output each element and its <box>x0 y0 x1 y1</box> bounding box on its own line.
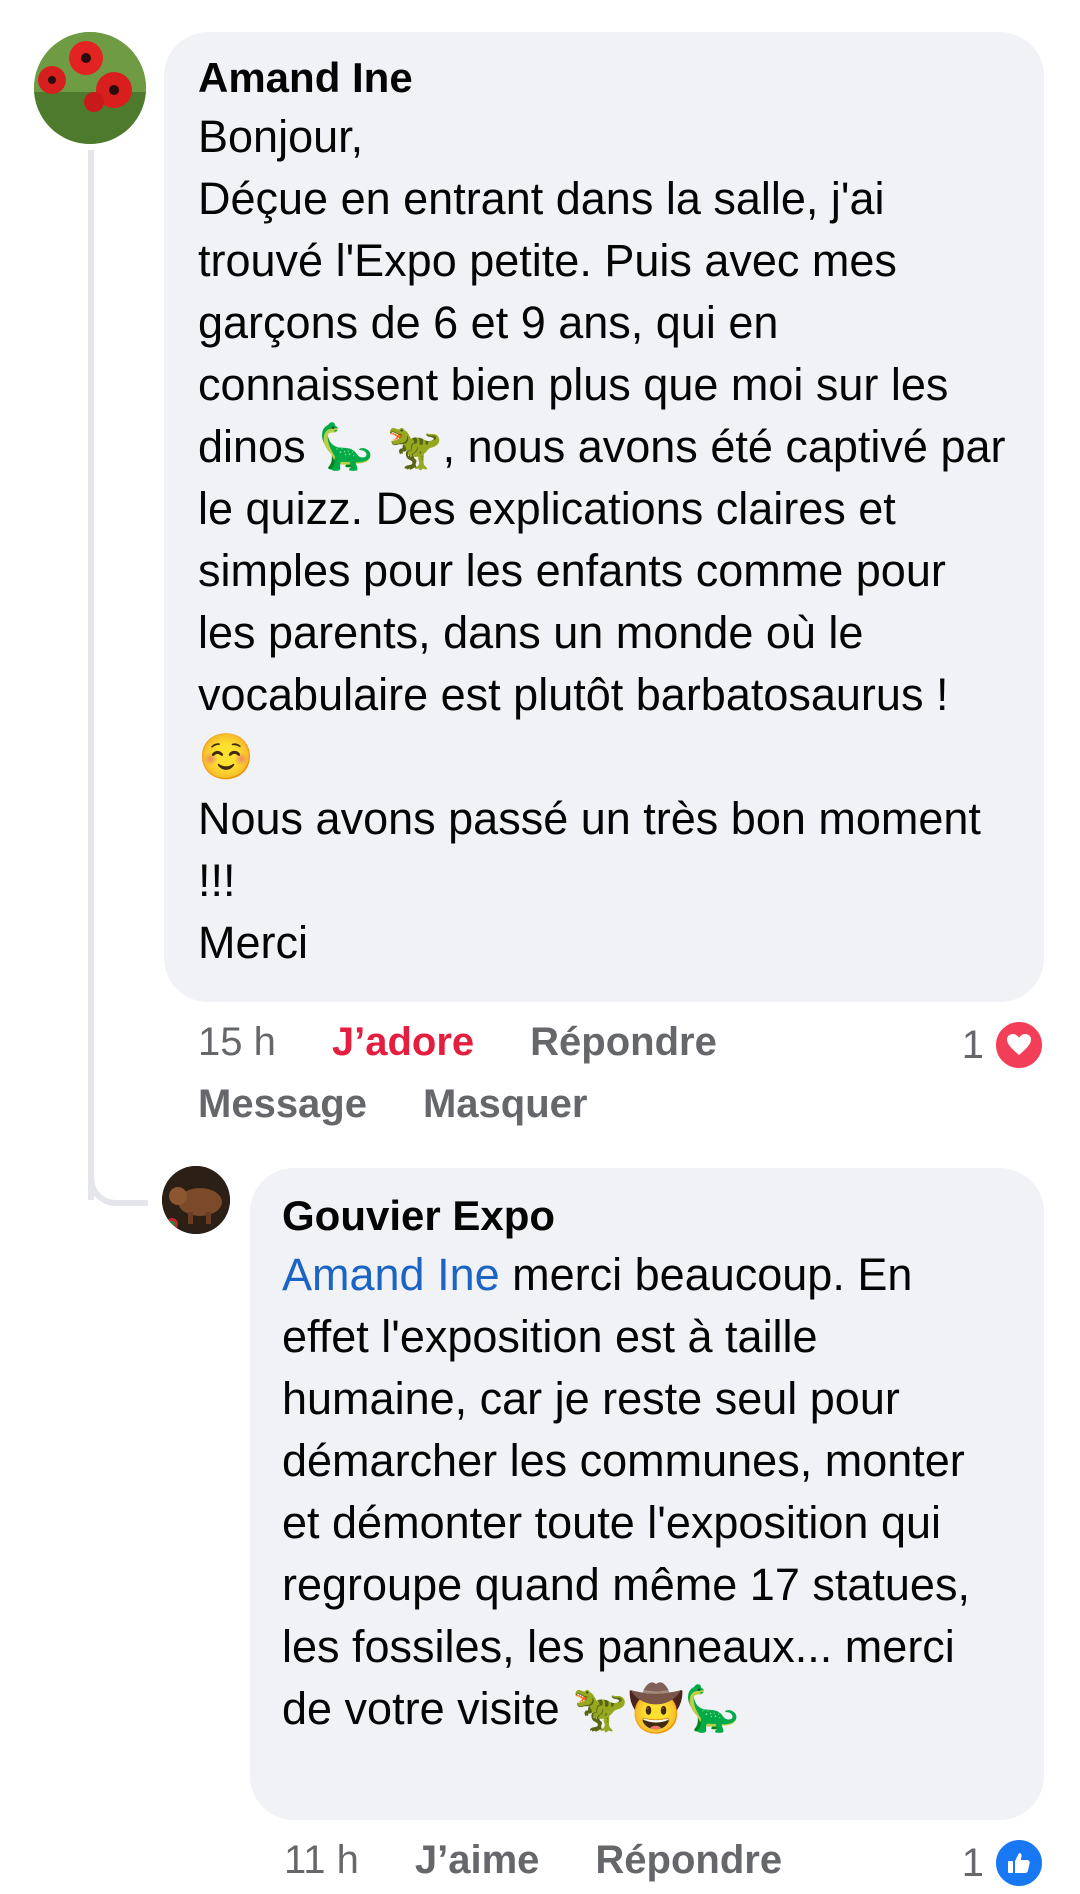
comment-author[interactable]: Gouvier Expo <box>282 1188 1008 1244</box>
heart-icon <box>992 1018 1046 1072</box>
reaction-count: 1 <box>961 1022 984 1067</box>
comment-text: Bonjour, Déçue en entrant dans la salle,… <box>198 111 1006 968</box>
comment-author[interactable]: Amand Ine <box>198 50 1008 106</box>
thumbs-up-icon <box>992 1836 1046 1890</box>
reply-button[interactable]: Répondre <box>595 1838 782 1883</box>
comment-time[interactable]: 11 h <box>284 1838 359 1883</box>
comment-actions-secondary: Message Masquer <box>198 1082 587 1127</box>
mention-link[interactable]: Amand Ine <box>282 1249 500 1300</box>
comment-bubble: Amand Ine Bonjour, Déçue en entrant dans… <box>164 32 1044 1002</box>
reply-bubble: Gouvier Expo Amand Ine merci beaucoup. E… <box>250 1168 1044 1820</box>
comment-actions: 11 h J’aime Répondre <box>284 1838 782 1883</box>
comment-text: Amand Ine merci beaucoup. En effet l'exp… <box>282 1244 1008 1740</box>
like-button[interactable]: J’aime <box>415 1838 540 1883</box>
poppy-avatar-image <box>34 32 146 144</box>
reaction-count: 1 <box>961 1840 984 1885</box>
message-button[interactable]: Message <box>198 1082 367 1127</box>
hide-button[interactable]: Masquer <box>423 1082 588 1127</box>
avatar[interactable] <box>34 32 146 144</box>
thread-connector-line <box>88 150 94 1200</box>
reaction-summary[interactable]: 1 <box>962 1836 1046 1890</box>
comment-time[interactable]: 15 h <box>198 1020 276 1065</box>
reaction-summary[interactable]: 1 <box>962 1018 1046 1072</box>
thread-connector-curve <box>88 1160 148 1206</box>
dinosaur-avatar-image <box>162 1166 230 1234</box>
comment-actions: 15 h J’adore Répondre <box>198 1020 717 1065</box>
love-reaction-button[interactable]: J’adore <box>332 1020 474 1065</box>
reply-button[interactable]: Répondre <box>530 1020 717 1065</box>
comment-text-body: merci beaucoup. En effet l'exposition es… <box>282 1249 970 1734</box>
avatar[interactable] <box>162 1166 230 1234</box>
